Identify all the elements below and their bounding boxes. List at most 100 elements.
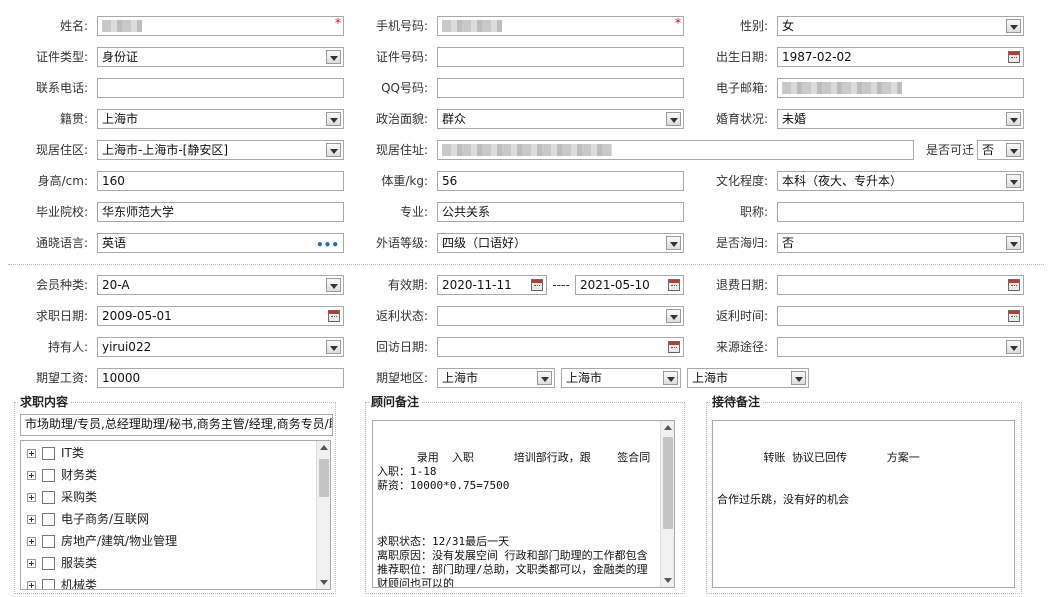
qq-field[interactable] bbox=[437, 78, 684, 98]
chevron-down-icon[interactable] bbox=[1006, 143, 1021, 157]
expand-icon[interactable] bbox=[27, 581, 36, 589]
calendar-icon[interactable] bbox=[668, 341, 680, 353]
mobile-field[interactable]: * bbox=[437, 16, 684, 36]
language-level-select[interactable]: 四级（口语好） bbox=[437, 233, 684, 253]
chevron-down-icon[interactable] bbox=[791, 371, 806, 385]
region-city-select[interactable]: 上海市 bbox=[561, 368, 681, 388]
checkbox[interactable] bbox=[42, 447, 55, 460]
chevron-down-icon[interactable] bbox=[666, 309, 681, 323]
holder-select[interactable]: yirui022 bbox=[97, 337, 344, 357]
scroll-up-icon[interactable] bbox=[320, 445, 328, 450]
chevron-down-icon[interactable] bbox=[666, 112, 681, 126]
tree-item-label: 房地产/建筑/物业管理 bbox=[61, 534, 178, 548]
checkbox[interactable] bbox=[42, 535, 55, 548]
chevron-down-icon[interactable] bbox=[326, 340, 341, 354]
chevron-down-icon[interactable] bbox=[1006, 340, 1021, 354]
rebate-status-select[interactable] bbox=[437, 306, 684, 326]
source-select[interactable] bbox=[777, 337, 1024, 357]
checkbox[interactable] bbox=[42, 579, 55, 589]
expand-icon[interactable] bbox=[27, 537, 36, 546]
salary-field[interactable]: 10000 bbox=[97, 368, 344, 388]
scrollbar-thumb[interactable] bbox=[319, 459, 329, 497]
calendar-icon[interactable] bbox=[668, 279, 680, 291]
political-select[interactable]: 群众 bbox=[437, 109, 684, 129]
school-field[interactable]: 华东师范大学 bbox=[97, 202, 344, 222]
chevron-down-icon[interactable] bbox=[326, 278, 341, 292]
revisit-date-field[interactable] bbox=[437, 337, 684, 357]
chevron-down-icon[interactable] bbox=[326, 50, 341, 64]
expand-icon[interactable] bbox=[27, 471, 36, 480]
expand-icon[interactable] bbox=[27, 493, 36, 502]
checkbox[interactable] bbox=[42, 557, 55, 570]
validity-to-field[interactable]: 2021-05-10 bbox=[575, 275, 684, 295]
chevron-down-icon[interactable] bbox=[1006, 236, 1021, 250]
calendar-icon[interactable] bbox=[328, 310, 340, 322]
calendar-icon[interactable] bbox=[531, 279, 543, 291]
expand-icon[interactable] bbox=[27, 559, 36, 568]
job-date-field[interactable]: 2009-05-01 bbox=[97, 306, 344, 326]
scroll-down-icon[interactable] bbox=[320, 580, 328, 585]
id-number-field[interactable] bbox=[437, 47, 684, 67]
email-field[interactable] bbox=[777, 78, 1024, 98]
marital-select[interactable]: 未婚 bbox=[777, 109, 1024, 129]
tree-item[interactable]: 电子商务/互联网 bbox=[27, 509, 149, 529]
tree-item[interactable]: 机械类 bbox=[27, 575, 97, 589]
scroll-down-icon[interactable] bbox=[664, 578, 672, 583]
member-type-select[interactable]: 20-A bbox=[97, 275, 344, 295]
checkbox[interactable] bbox=[42, 491, 55, 504]
relocate-select[interactable]: 否 bbox=[977, 140, 1024, 160]
education-select[interactable]: 本科（夜大、专升本） bbox=[777, 171, 1024, 191]
calendar-icon[interactable] bbox=[1008, 51, 1020, 63]
chevron-down-icon[interactable] bbox=[1006, 174, 1021, 188]
checkbox[interactable] bbox=[42, 513, 55, 526]
checkbox[interactable] bbox=[42, 469, 55, 482]
phone-field[interactable] bbox=[97, 78, 344, 98]
more-icon[interactable]: ••• bbox=[316, 236, 339, 252]
tree-item[interactable]: 采购类 bbox=[27, 487, 97, 507]
major-field[interactable]: 公共关系 bbox=[437, 202, 684, 222]
political-label: 政治面貌: bbox=[375, 112, 428, 126]
scroll-up-icon[interactable] bbox=[664, 425, 672, 430]
tree-item[interactable]: 房地产/建筑/物业管理 bbox=[27, 531, 177, 551]
chevron-down-icon[interactable] bbox=[663, 371, 678, 385]
consultant-notes-textarea[interactable]: 录用 入职 培训部行政，跟 签合同 入职：1-18 薪资：10000*0.75=… bbox=[372, 420, 675, 588]
weight-field[interactable]: 56 bbox=[437, 171, 684, 191]
overseas-select[interactable]: 否 bbox=[777, 233, 1024, 253]
reception-notes-textarea[interactable]: 转账 协议已回传 方案一 合作过乐跳，没有好的机会 bbox=[712, 420, 1015, 588]
job-date-label: 求职日期: bbox=[35, 309, 88, 323]
expand-icon[interactable] bbox=[27, 449, 36, 458]
calendar-icon[interactable] bbox=[1008, 310, 1020, 322]
chevron-down-icon[interactable] bbox=[666, 236, 681, 250]
chevron-down-icon[interactable] bbox=[537, 371, 552, 385]
title-field[interactable] bbox=[777, 202, 1024, 222]
chevron-down-icon[interactable] bbox=[326, 112, 341, 126]
chevron-down-icon[interactable] bbox=[1006, 112, 1021, 126]
gender-select[interactable]: 女 bbox=[777, 16, 1024, 36]
birth-date-field[interactable]: 1987-02-02 bbox=[777, 47, 1024, 67]
chevron-down-icon[interactable] bbox=[326, 143, 341, 157]
region-province-select[interactable]: 上海市 bbox=[437, 368, 555, 388]
tree-item[interactable]: 服装类 bbox=[27, 553, 97, 573]
scrollbar[interactable] bbox=[660, 421, 674, 587]
expand-icon[interactable] bbox=[27, 515, 36, 524]
calendar-icon[interactable] bbox=[1008, 279, 1020, 291]
chevron-down-icon[interactable] bbox=[1006, 19, 1021, 33]
job-content-summary[interactable]: 市场助理/专员,总经理助理/秘书,商务主管/经理,商务专员/助 bbox=[20, 414, 333, 436]
name-field[interactable]: * bbox=[97, 16, 344, 36]
scrollbar-thumb[interactable] bbox=[663, 437, 673, 529]
native-place-select[interactable]: 上海市 bbox=[97, 109, 344, 129]
region-district-select[interactable]: 上海市 bbox=[687, 368, 809, 388]
id-type-select[interactable]: 身份证 bbox=[97, 47, 344, 67]
language-picker[interactable]: 英语 ••• bbox=[97, 233, 344, 253]
category-tree[interactable]: IT类 财务类 采购类 电子商务/互联网 房地产/建筑/物业管理 服装类 机械类 bbox=[20, 440, 331, 590]
residence-area-select[interactable]: 上海市-上海市-[静安区] bbox=[97, 140, 344, 160]
refund-date-field[interactable] bbox=[777, 275, 1024, 295]
validity-from-field[interactable]: 2020-11-11 bbox=[437, 275, 547, 295]
residence-addr-field[interactable] bbox=[437, 140, 914, 160]
language-level-label: 外语等级: bbox=[375, 236, 428, 250]
height-field[interactable]: 160 bbox=[97, 171, 344, 191]
rebate-time-field[interactable] bbox=[777, 306, 1024, 326]
scrollbar[interactable] bbox=[316, 441, 330, 589]
tree-item[interactable]: 财务类 bbox=[27, 465, 97, 485]
tree-item[interactable]: IT类 bbox=[27, 443, 84, 463]
